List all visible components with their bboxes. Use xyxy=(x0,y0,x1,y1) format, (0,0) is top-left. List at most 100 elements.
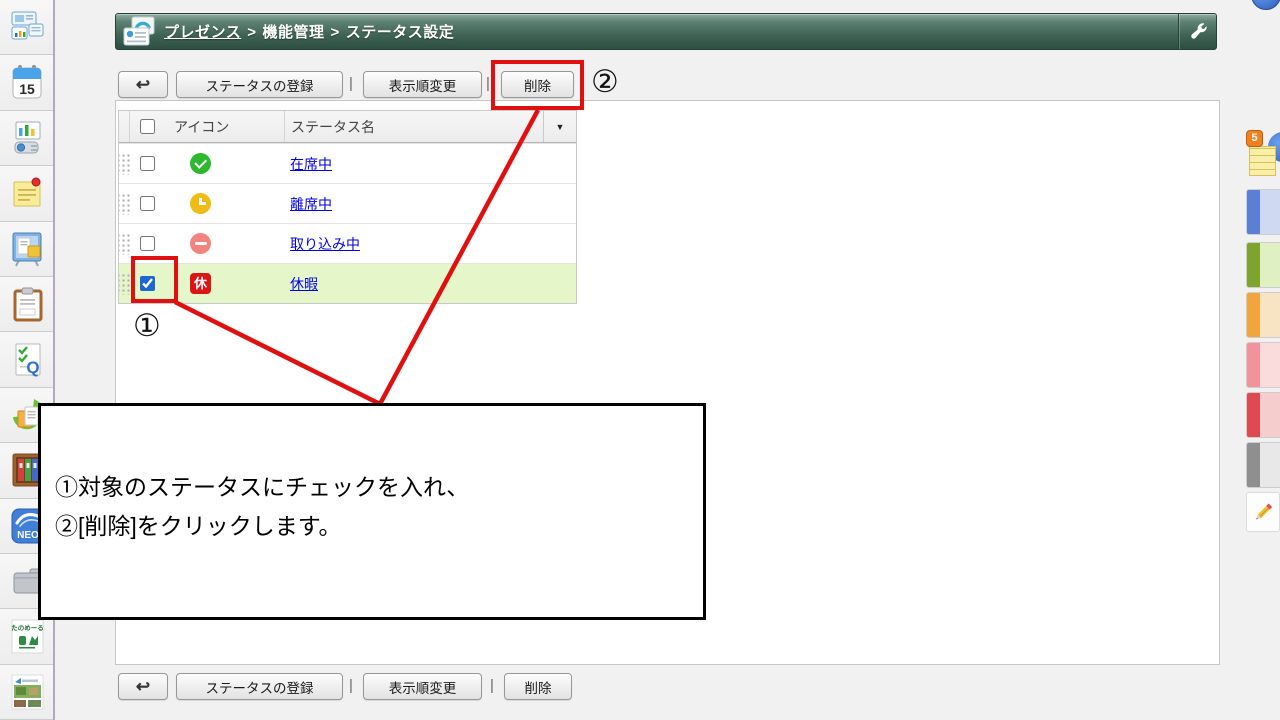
status-name-cell: 休暇 xyxy=(284,264,576,303)
status-name-cell: 在席中 xyxy=(284,144,576,183)
red-chip-icon xyxy=(1246,392,1280,438)
chevron-down-icon: ▼ xyxy=(555,121,565,132)
register-status-button-bottom[interactable]: ステータスの登録 xyxy=(176,673,343,700)
breadcrumb-section: 機能管理 xyxy=(262,24,325,41)
name-column-header: ステータス名 xyxy=(284,111,543,142)
sidebar-item-blue-chip[interactable] xyxy=(1246,189,1280,235)
row-checkbox-cell xyxy=(130,144,164,183)
bulletin-icon xyxy=(12,232,41,267)
breadcrumb-page: ステータス設定 xyxy=(345,24,455,41)
row-checkbox[interactable] xyxy=(139,236,155,251)
table-row-vacation: 休 休暇 xyxy=(119,263,576,303)
row-checkbox[interactable] xyxy=(139,276,155,291)
green-chip-icon xyxy=(1246,242,1280,288)
column-menu-button[interactable]: ▼ xyxy=(543,111,576,142)
help-ball-partial[interactable] xyxy=(1251,0,1280,10)
memo-icon xyxy=(13,177,40,207)
sidebar-item-portal[interactable] xyxy=(0,0,53,56)
register-status-button-top[interactable]: ステータスの登録 xyxy=(176,71,343,98)
svg-text:NEO: NEO xyxy=(17,530,39,541)
notes-count-badge: 5 xyxy=(1246,130,1263,147)
tanomail-icon: たのめーる xyxy=(11,619,44,654)
svg-text:たのめーる: たのめーる xyxy=(11,624,44,632)
sidebar-item-edit[interactable] xyxy=(1246,492,1280,532)
presence-settings-screen: 15 Q NEO たのめーる プレゼンス > 機能管理 > ステータス設定 ↩ … xyxy=(0,0,1280,720)
sidebar-item-survey[interactable]: Q xyxy=(0,332,53,388)
sidebar-item-memo[interactable] xyxy=(0,166,53,222)
svg-text:15: 15 xyxy=(19,81,35,97)
status-link[interactable]: 在席中 xyxy=(290,154,332,174)
breadcrumb-app-link[interactable]: プレゼンス xyxy=(164,24,241,41)
back-button-bottom[interactable]: ↩ xyxy=(118,673,168,700)
report-icon xyxy=(13,287,42,322)
sidebar-item-report[interactable] xyxy=(0,276,53,333)
status-busy-icon xyxy=(190,233,211,254)
wrench-icon xyxy=(1190,22,1207,39)
sidebar-item-notes[interactable]: 5 xyxy=(1246,130,1280,180)
instruction-box: ①対象のステータスにチェックを入れ、 ②[削除]をクリックします。 xyxy=(38,403,706,620)
breadcrumb: プレゼンス > 機能管理 > ステータス設定 xyxy=(164,21,454,42)
row-checkbox-cell xyxy=(130,264,164,303)
status-link[interactable]: 取り込み中 xyxy=(290,234,360,254)
sidebar-item-red-chip[interactable] xyxy=(1246,392,1280,438)
status-vacation-icon: 休 xyxy=(190,273,211,294)
status-name-cell: 取り込み中 xyxy=(284,224,576,263)
back-button-top[interactable]: ↩ xyxy=(118,71,168,98)
reorder-button-bottom[interactable]: 表示順変更 xyxy=(363,673,482,700)
drag-handle[interactable] xyxy=(119,224,130,263)
notes-icon: 5 xyxy=(1246,130,1280,180)
step1-marker: ① xyxy=(133,308,161,343)
drag-handle[interactable] xyxy=(119,144,130,183)
row-checkbox[interactable] xyxy=(139,196,155,211)
drag-handle[interactable] xyxy=(119,264,130,303)
toolbar-separator: | xyxy=(490,677,494,694)
status-link[interactable]: 休暇 xyxy=(290,274,318,294)
status-name-cell: 離席中 xyxy=(284,184,576,223)
sidebar-item-bulletin[interactable] xyxy=(0,221,53,277)
icon-column-header: アイコン xyxy=(174,118,230,135)
sidebar-item-schedule[interactable]: 15 xyxy=(0,55,53,111)
table-row-available: 在席中 xyxy=(119,143,576,183)
svg-text:Q: Q xyxy=(26,358,39,377)
status-away-icon xyxy=(190,193,211,214)
toolbar-separator: | xyxy=(349,677,353,694)
sidebar-item-ad-banner[interactable] xyxy=(0,664,53,720)
row-checkbox-cell xyxy=(130,184,164,223)
select-all-checkbox[interactable] xyxy=(139,119,155,134)
delete-button-top[interactable]: 削除 xyxy=(501,71,574,98)
blue-chip-icon xyxy=(1246,189,1280,235)
table-header-row: アイコン ステータス名 ▼ xyxy=(119,111,576,143)
step2-marker: ② xyxy=(591,64,619,99)
back-arrow-icon: ↩ xyxy=(135,676,151,696)
row-checkbox[interactable] xyxy=(139,156,155,171)
presence-app-icon xyxy=(123,16,155,46)
pink-chip-icon xyxy=(1246,342,1280,388)
ad-banner-icon xyxy=(11,674,43,710)
orange-chip-icon xyxy=(1246,292,1280,338)
status-icon-cell: 休 xyxy=(164,264,284,303)
status-table: アイコン ステータス名 ▼ 在席中 離席中 取り込み中 休 休暇 xyxy=(118,110,577,304)
table-row-away: 離席中 xyxy=(119,183,576,223)
sidebar-item-gray-chip[interactable] xyxy=(1246,442,1280,488)
sidebar-item-pink-chip[interactable] xyxy=(1246,342,1280,388)
toolbar-separator: | xyxy=(349,75,353,92)
sidebar-item-presentation[interactable] xyxy=(0,110,53,167)
instruction-line-2: ②[削除]をクリックします。 xyxy=(55,513,342,539)
schedule-icon: 15 xyxy=(12,64,41,99)
drag-column-header xyxy=(119,111,130,142)
settings-wrench-button[interactable] xyxy=(1178,14,1216,49)
status-icon-cell xyxy=(164,184,284,223)
sidebar-item-orange-chip[interactable] xyxy=(1246,292,1280,338)
drag-handle[interactable] xyxy=(119,184,130,223)
portal-icon xyxy=(11,11,43,40)
sidebar-item-green-chip[interactable] xyxy=(1246,242,1280,288)
presentation-icon xyxy=(14,121,40,154)
app-header-bar: プレゼンス > 機能管理 > ステータス設定 xyxy=(115,13,1217,50)
survey-icon: Q xyxy=(15,343,40,377)
delete-button-bottom[interactable]: 削除 xyxy=(504,673,572,700)
status-link[interactable]: 離席中 xyxy=(290,194,332,214)
pencil-icon xyxy=(1246,492,1280,532)
instruction-line-1: ①対象のステータスにチェックを入れ、 xyxy=(55,474,470,500)
reorder-button-top[interactable]: 表示順変更 xyxy=(363,71,482,98)
breadcrumb-separator: > xyxy=(247,24,257,41)
